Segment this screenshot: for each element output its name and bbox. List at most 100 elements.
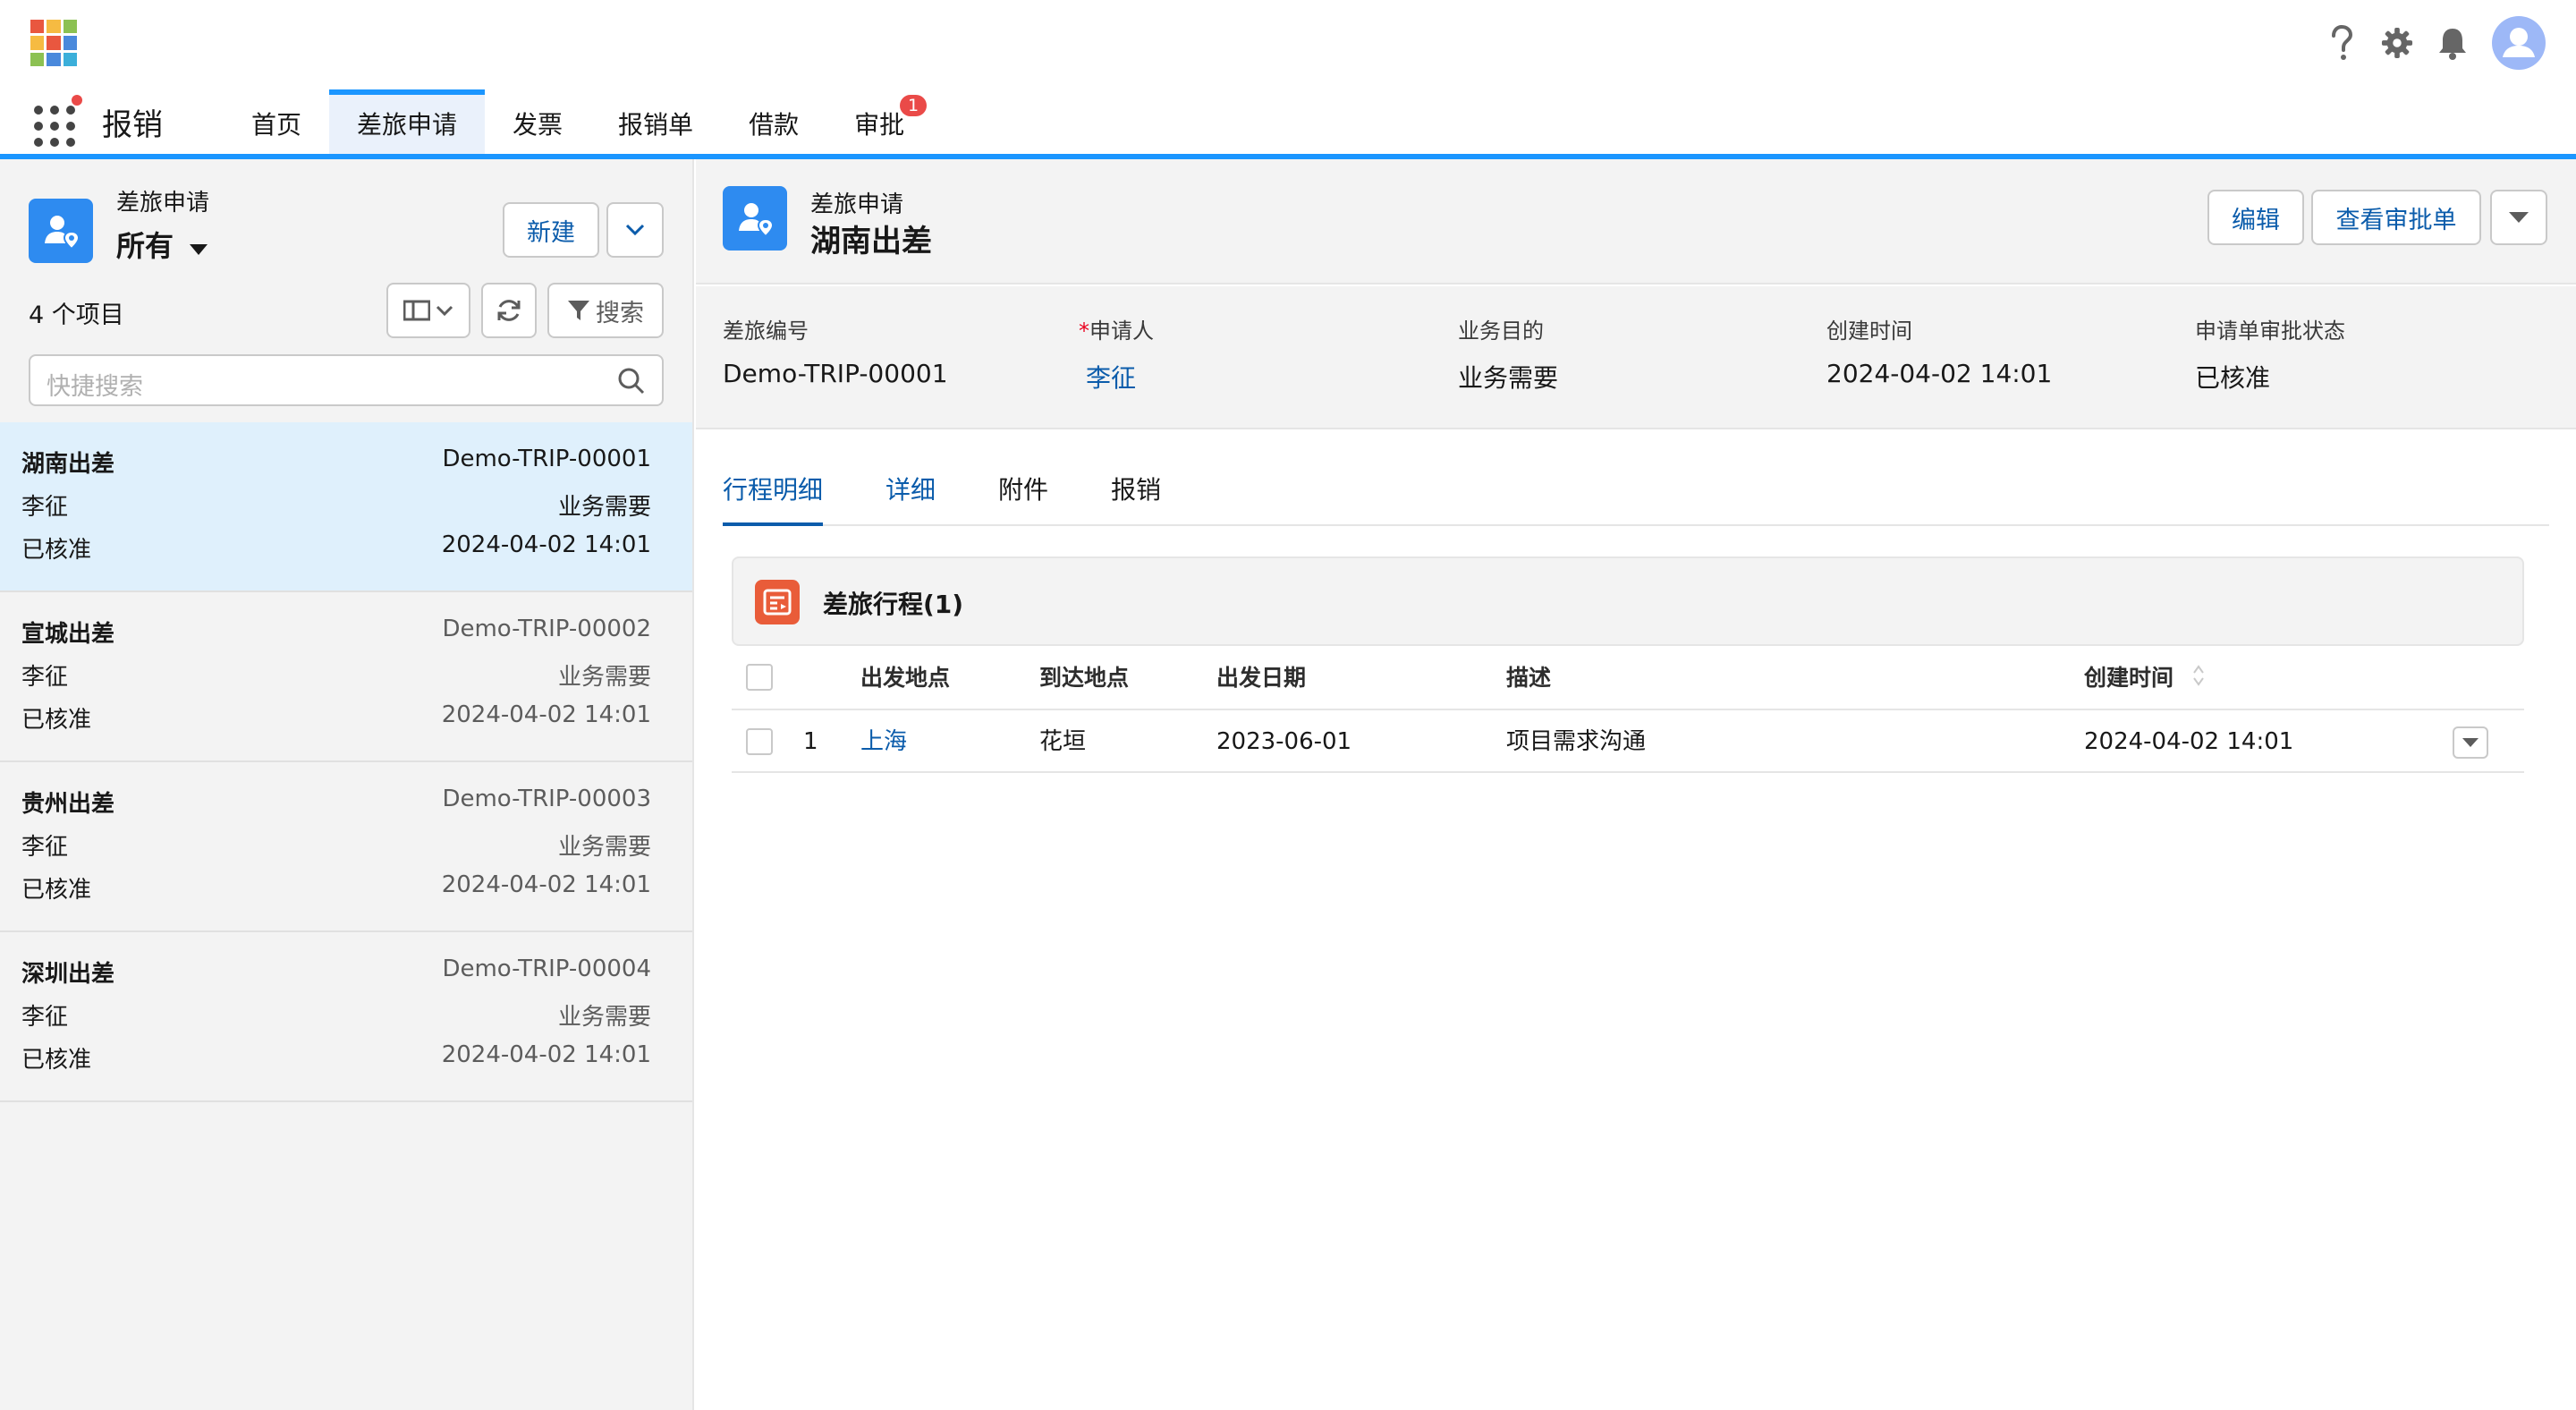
table-header: 出发地点 到达地点 出发日期 描述 创建时间 — [732, 646, 2524, 710]
row-actions-button[interactable] — [2453, 726, 2488, 759]
item-title: 湖南出差 — [21, 451, 115, 478]
cell-from-link[interactable]: 上海 — [860, 710, 907, 773]
item-created: 2024-04-02 14:01 — [441, 871, 651, 898]
column-header-date[interactable]: 出发日期 — [1216, 646, 1306, 709]
item-applicant: 李征 — [21, 834, 69, 861]
item-purpose: 业务需要 — [557, 1004, 651, 1031]
quick-search-placeholder: 快捷搜索 — [47, 373, 143, 401]
record-panel: 差旅申请 湖南出差 编辑 查看审批单 差旅编号 Demo-TRIP-00001 … — [696, 159, 2576, 1410]
item-status: 已核准 — [21, 537, 92, 564]
quick-search-input[interactable]: 快捷搜索 — [29, 354, 664, 406]
notification-dot — [70, 93, 84, 107]
record-title: 湖南出差 — [810, 224, 932, 259]
filter-search-button[interactable]: 搜索 — [547, 283, 664, 338]
list-item[interactable]: 宣城出差 Demo-TRIP-00002 李征 业务需要 已核准 2024-04-02… — [0, 592, 692, 762]
related-list-header: 差旅行程(1) — [732, 556, 2524, 646]
item-title: 深圳出差 — [21, 961, 115, 988]
highlights-panel: 差旅编号 Demo-TRIP-00001 *申请人 李征 业务目的 业务需要 创… — [696, 286, 2576, 429]
view-approval-button[interactable]: 查看审批单 — [2311, 190, 2481, 245]
list-object-label: 差旅申请 — [116, 190, 210, 217]
app-launcher-icon[interactable] — [34, 106, 77, 149]
field-value: Demo-TRIP-00001 — [723, 359, 948, 388]
item-created: 2024-04-02 14:01 — [441, 531, 651, 558]
search-icon — [618, 368, 645, 395]
nav-tab-loan[interactable]: 借款 — [721, 89, 826, 154]
item-number: Demo-TRIP-00002 — [442, 616, 651, 642]
item-status: 已核准 — [21, 707, 92, 734]
approval-count-badge: 1 — [900, 95, 928, 116]
list-item[interactable]: 深圳出差 Demo-TRIP-00004 李征 业务需要 已核准 2024-04-02… — [0, 932, 692, 1102]
column-header-from[interactable]: 出发地点 — [860, 646, 950, 709]
nav-tab-approval[interactable]: 审批 1 — [826, 89, 932, 154]
cell-description: 项目需求沟通 — [1506, 728, 1647, 755]
field-value: 业务需要 — [1458, 363, 1559, 393]
tab-itinerary[interactable]: 行程明细 — [723, 469, 824, 526]
user-avatar-icon[interactable] — [2492, 16, 2546, 70]
tab-reimbursement[interactable]: 报销 — [1111, 469, 1161, 526]
header-actions — [2326, 14, 2546, 72]
list-view-selector[interactable]: 所有 — [116, 224, 208, 265]
detail-tabs: 行程明细 详细 附件 报销 — [723, 469, 2549, 526]
related-list-title: 差旅行程(1) — [823, 590, 964, 619]
record-header: 差旅申请 湖南出差 编辑 查看审批单 — [696, 159, 2576, 285]
list-item[interactable]: 贵州出差 Demo-TRIP-00003 李征 业务需要 已核准 2024-04-02… — [0, 762, 692, 932]
list-item[interactable]: 湖南出差 Demo-TRIP-00001 李征 业务需要 已核准 2024-04-02… — [0, 422, 692, 592]
tab-details[interactable]: 详细 — [886, 469, 936, 526]
app-name: 报销 — [102, 107, 163, 143]
table-view-icon — [403, 300, 430, 321]
item-number: Demo-TRIP-00003 — [442, 786, 651, 812]
row-checkbox[interactable] — [746, 728, 773, 755]
item-applicant: 李征 — [21, 1004, 69, 1031]
item-purpose: 业务需要 — [557, 834, 651, 861]
app-logo[interactable] — [30, 20, 77, 66]
new-button[interactable]: 新建 — [503, 202, 599, 258]
field-label: 申请单审批状态 — [2195, 319, 2345, 344]
cell-to: 花垣 — [1039, 728, 1087, 755]
list-actions-dropdown[interactable] — [606, 202, 664, 258]
help-icon[interactable] — [2326, 25, 2358, 60]
itinerary-object-icon — [755, 580, 800, 624]
caret-down-icon — [2509, 212, 2529, 223]
item-created: 2024-04-02 14:01 — [441, 701, 651, 728]
gear-icon[interactable] — [2381, 27, 2413, 59]
item-count: 4 个项目 — [29, 302, 124, 329]
nav-tab-expense-report[interactable]: 报销单 — [590, 89, 721, 154]
required-mark: * — [1079, 319, 1089, 344]
caret-down-icon — [190, 244, 208, 255]
tab-attachments[interactable]: 附件 — [998, 469, 1048, 526]
column-header-created[interactable]: 创建时间 — [2084, 646, 2205, 709]
field-created-time: 创建时间 2024-04-02 14:01 — [1826, 313, 2052, 388]
filter-icon — [568, 301, 589, 320]
global-header — [0, 0, 2576, 89]
travel-request-object-icon — [29, 199, 93, 263]
item-number: Demo-TRIP-00001 — [442, 446, 651, 472]
chevron-down-icon — [436, 305, 453, 316]
field-approval-status: 申请单审批状态 已核准 — [2195, 313, 2345, 395]
field-value: 2024-04-02 14:01 — [1826, 359, 2053, 388]
record-list: 湖南出差 Demo-TRIP-00001 李征 业务需要 已核准 2024-04-02… — [0, 422, 692, 1102]
cell-date: 2023-06-01 — [1216, 728, 1352, 755]
record-actions-dropdown[interactable] — [2490, 190, 2547, 245]
edit-button[interactable]: 编辑 — [2207, 190, 2304, 245]
table-row[interactable]: 1 上海 花垣 2023-06-01 项目需求沟通 2024-04-02 14:… — [732, 710, 2524, 773]
bell-icon[interactable] — [2436, 27, 2469, 60]
sort-icon — [2192, 665, 2204, 686]
refresh-button[interactable] — [481, 283, 537, 338]
item-created: 2024-04-02 14:01 — [441, 1041, 651, 1068]
field-business-purpose: 业务目的 业务需要 — [1458, 313, 1558, 395]
field-label: 申请人 — [1089, 319, 1154, 344]
field-applicant: *申请人 李征 — [1079, 313, 1154, 395]
nav-tab-travel-request[interactable]: 差旅申请 — [329, 89, 486, 154]
item-applicant: 李征 — [21, 664, 69, 691]
item-status: 已核准 — [21, 877, 92, 904]
select-all-checkbox[interactable] — [746, 664, 773, 691]
display-as-button[interactable] — [386, 283, 470, 338]
applicant-link[interactable]: 李征 — [1079, 359, 1154, 395]
nav-tab-home[interactable]: 首页 — [224, 89, 329, 154]
app-navigation: 报销 首页 差旅申请 发票 报销单 借款 审批 1 — [0, 89, 2576, 154]
column-header-description[interactable]: 描述 — [1506, 646, 1551, 709]
column-header-to[interactable]: 到达地点 — [1039, 646, 1129, 709]
nav-tab-invoice[interactable]: 发票 — [485, 89, 590, 154]
field-label: 差旅编号 — [723, 319, 809, 344]
cell-created: 2024-04-02 14:01 — [2084, 728, 2294, 755]
